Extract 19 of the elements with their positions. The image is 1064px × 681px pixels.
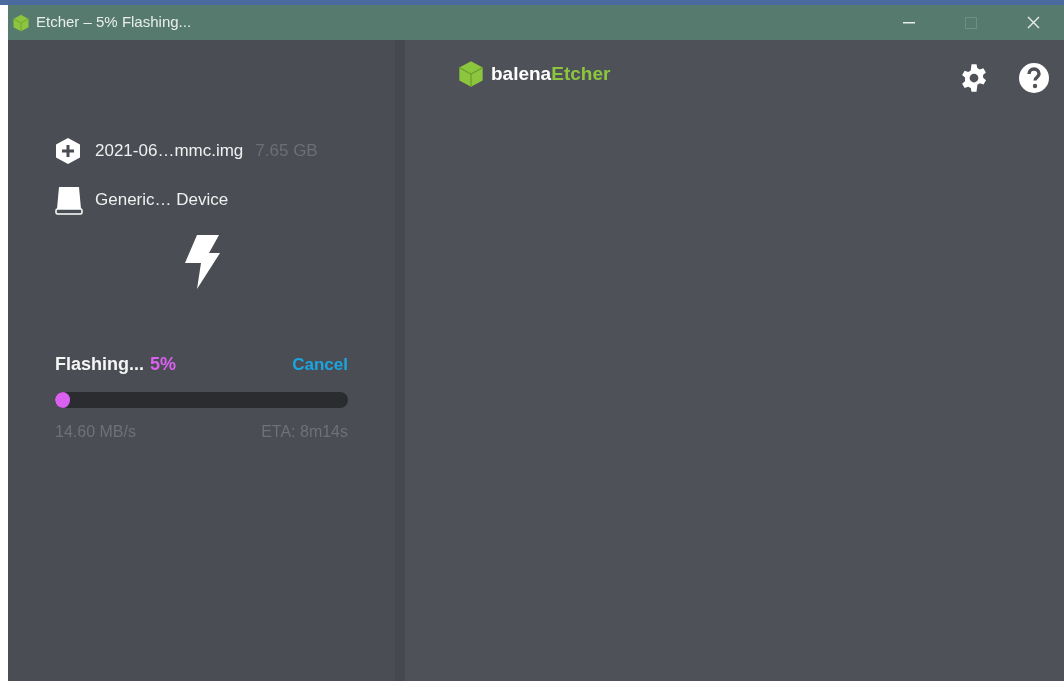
maximize-icon bbox=[965, 16, 977, 29]
drive-name: Generic… Device bbox=[95, 189, 229, 212]
help-button[interactable] bbox=[1018, 62, 1050, 94]
cube-icon bbox=[12, 13, 30, 32]
close-icon bbox=[1026, 16, 1040, 29]
drive-icon bbox=[55, 185, 83, 215]
progress-percent: 5% bbox=[150, 353, 177, 376]
cancel-link[interactable]: Cancel bbox=[292, 351, 348, 378]
minimize-icon bbox=[903, 21, 915, 24]
lightning-icon bbox=[182, 235, 221, 289]
cube-icon bbox=[457, 60, 485, 89]
flashing-label: Flashing... bbox=[55, 353, 144, 376]
brand-name: balena bbox=[491, 62, 552, 86]
product-name: Etcher bbox=[551, 62, 611, 86]
window-title: Etcher – 5% Flashing... bbox=[36, 12, 192, 33]
help-icon bbox=[1018, 62, 1050, 94]
image-file-name: 2021-06…mmc.img bbox=[95, 140, 244, 163]
plus-hexagon-icon bbox=[55, 137, 81, 165]
settings-icon bbox=[959, 63, 989, 93]
